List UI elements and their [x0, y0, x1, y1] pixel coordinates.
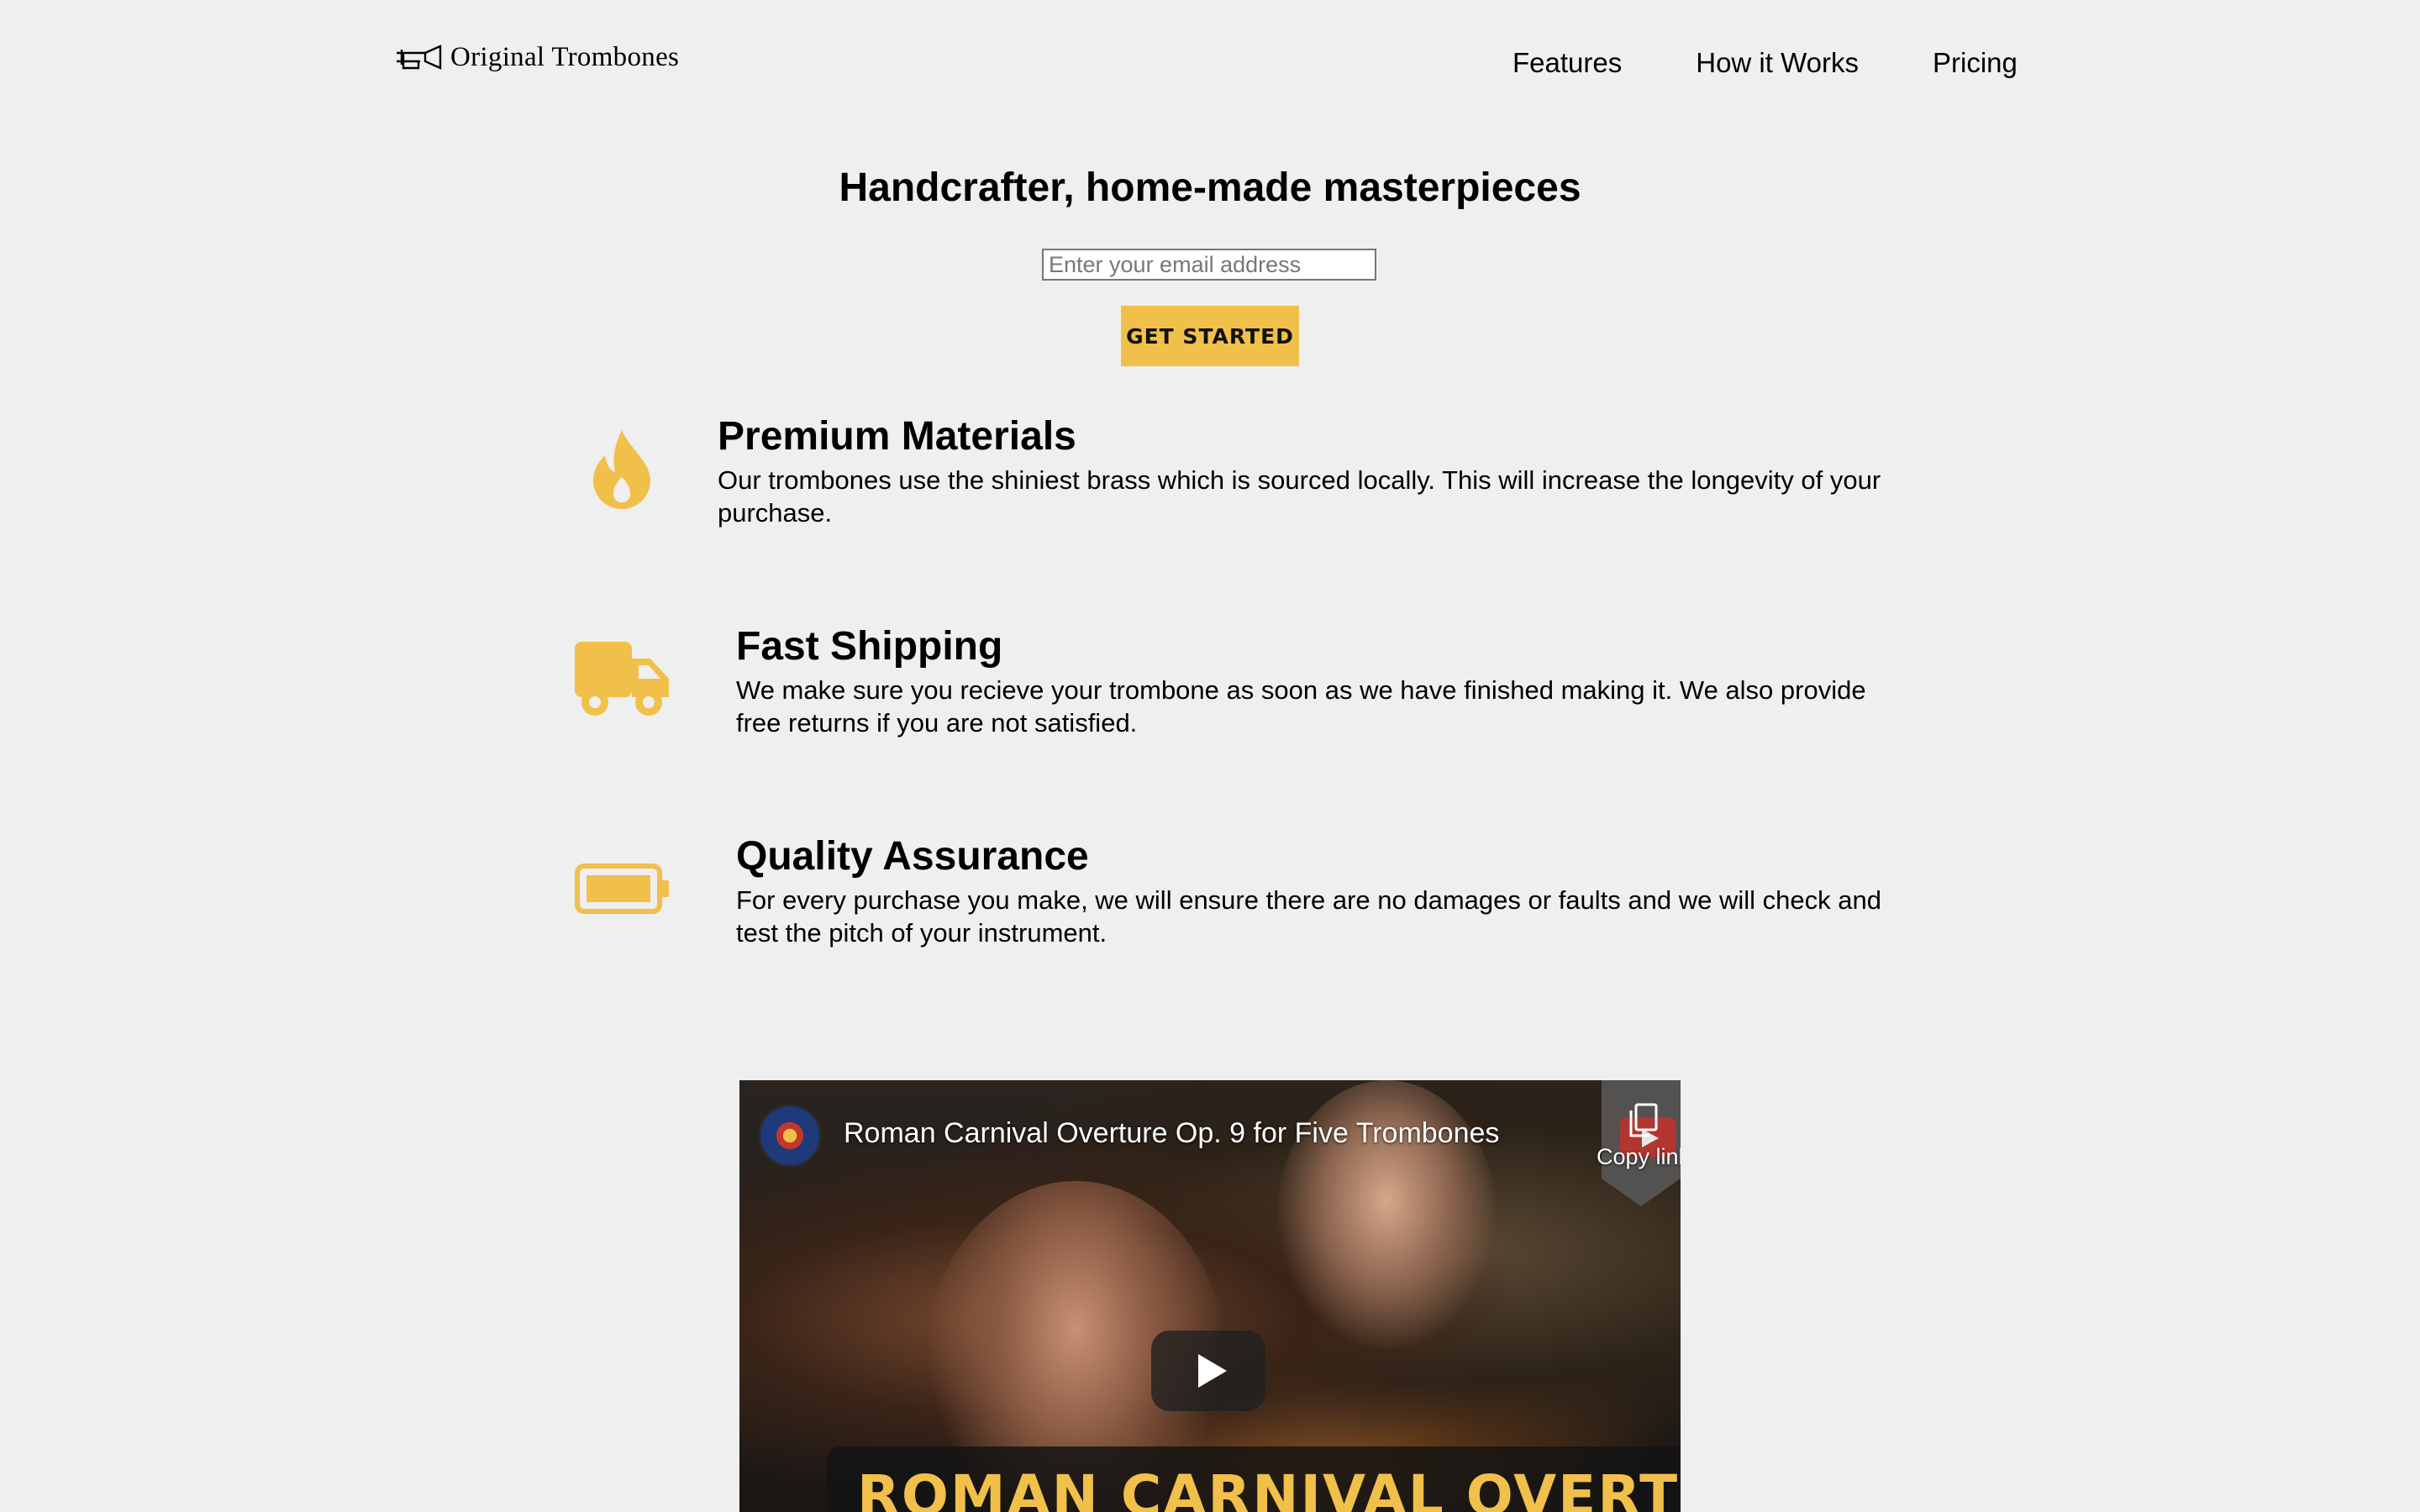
nav-link-features[interactable]: Features: [1512, 47, 1622, 79]
play-button[interactable]: [1151, 1331, 1265, 1411]
copy-icon: [1629, 1103, 1658, 1137]
nav-link-how-it-works[interactable]: How it Works: [1696, 47, 1859, 79]
email-input[interactable]: [1042, 249, 1376, 281]
nav-link-pricing[interactable]: Pricing: [1933, 47, 2018, 79]
logo-text: Original Trombones: [450, 42, 680, 72]
copy-link-button[interactable]: Copy link: [1597, 1102, 1681, 1170]
truck-icon: [575, 642, 669, 716]
battery-full-icon: [575, 864, 669, 914]
video-title[interactable]: Roman Carnival Overture Op. 9 for Five T…: [844, 1117, 1499, 1150]
hero-title: Handcrafter, home-made masterpieces: [839, 165, 1581, 210]
fire-icon: [593, 430, 650, 509]
video-banner-text: ROMAN CARNIVAL OVERTURE: [857, 1463, 1681, 1512]
get-started-button[interactable]: GET STARTED: [1121, 306, 1299, 366]
feature-title: Premium Materials: [718, 414, 1076, 459]
trombone-icon: [397, 44, 442, 70]
feature-title: Quality Assurance: [736, 834, 1089, 879]
copy-link-label: Copy link: [1597, 1144, 1681, 1169]
feature-text: We make sure you recieve your trombone a…: [736, 675, 1866, 738]
video-embed[interactable]: Roman Carnival Overture Op. 9 for Five T…: [739, 1080, 1681, 1512]
feature-title: Fast Shipping: [736, 624, 1003, 669]
main-nav: Features How it Works Pricing: [1512, 47, 2018, 79]
video-banner: ROMAN CARNIVAL OVERTURE: [827, 1446, 1681, 1512]
logo[interactable]: Original Trombones: [395, 42, 679, 73]
site-header: Original Trombones Features How it Works…: [0, 0, 2420, 126]
channel-avatar[interactable]: [758, 1104, 822, 1168]
feature-text: For every purchase you make, we will ens…: [736, 885, 1881, 948]
feature-text: Our trombones use the shiniest brass whi…: [718, 465, 1881, 528]
